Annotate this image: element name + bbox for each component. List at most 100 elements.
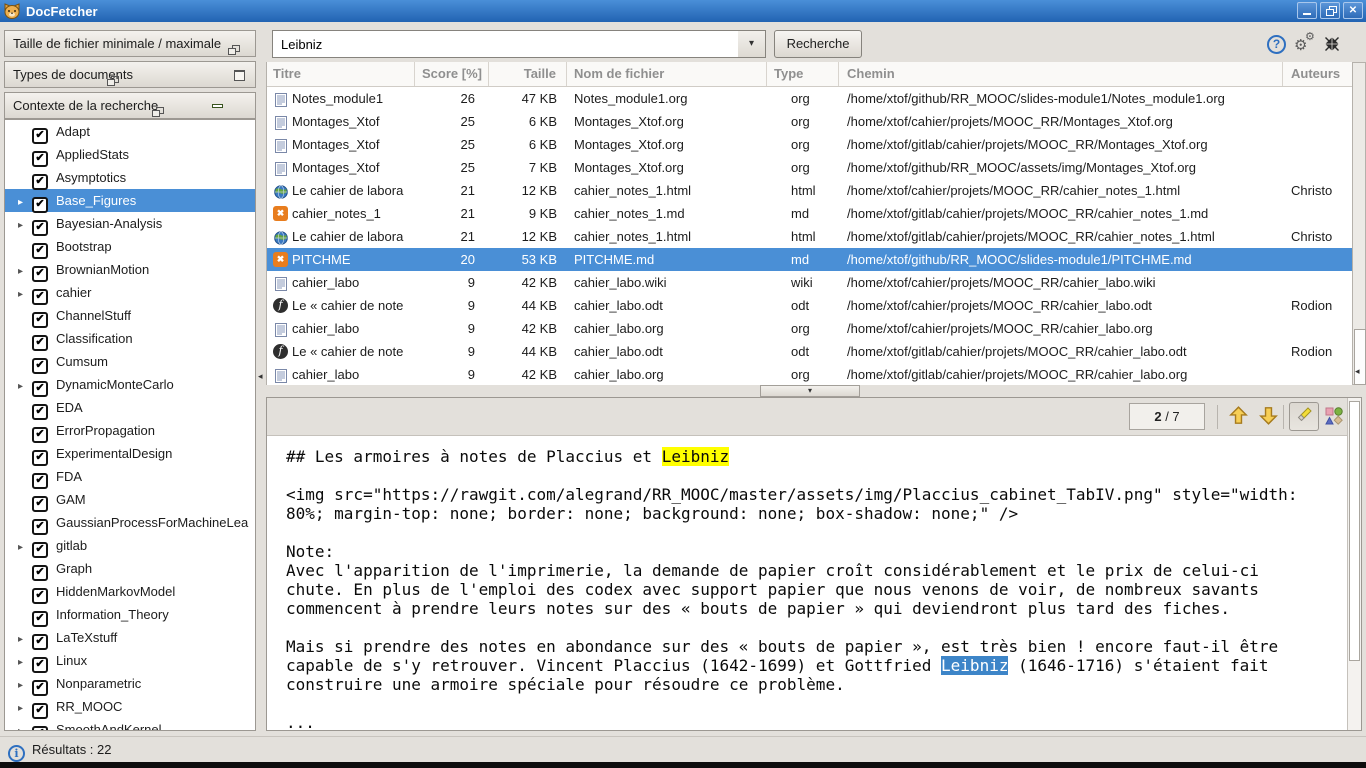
- checkbox-checked[interactable]: ✔: [32, 358, 48, 374]
- column-header-auteurs[interactable]: Auteurs: [1283, 62, 1352, 86]
- tree-item-eda[interactable]: ✔EDA: [5, 396, 255, 419]
- preferences-button[interactable]: ⚙ ⚙: [1294, 31, 1318, 53]
- checkbox-checked[interactable]: ✔: [32, 634, 48, 650]
- tree-item-nonparametric[interactable]: ▸✔Nonparametric: [5, 672, 255, 695]
- checkbox-checked[interactable]: ✔: [32, 335, 48, 351]
- minimize-to-tray-button[interactable]: [1324, 36, 1340, 55]
- checkbox-checked[interactable]: ✔: [32, 243, 48, 259]
- checkbox-checked[interactable]: ✔: [32, 680, 48, 696]
- highlight-toggle-button[interactable]: [1289, 402, 1319, 431]
- tree-item-brownianmotion[interactable]: ▸✔BrownianMotion: [5, 258, 255, 281]
- search-input[interactable]: [272, 30, 739, 58]
- checkbox-checked[interactable]: ✔: [32, 220, 48, 236]
- sidebar-sash-collapse-icon[interactable]: ◂: [258, 371, 263, 382]
- expand-arrow-icon[interactable]: ▸: [18, 651, 32, 674]
- tree-item-gam[interactable]: ✔GAM: [5, 488, 255, 511]
- result-row-montages-xtof-org[interactable]: Montages_Xtof257 KBMontages_Xtof.orgorg/…: [267, 156, 1352, 179]
- doctypes-panel-header[interactable]: Types de documents: [4, 61, 256, 88]
- tree-item-appliedstats[interactable]: ✔AppliedStats: [5, 143, 255, 166]
- tree-item-errorpropagation[interactable]: ✔ErrorPropagation: [5, 419, 255, 442]
- checkbox-checked[interactable]: ✔: [32, 542, 48, 558]
- checkbox-checked[interactable]: ✔: [32, 565, 48, 581]
- checkbox-checked[interactable]: ✔: [32, 128, 48, 144]
- result-row-pitchme-md[interactable]: ✖PITCHME2053 KBPITCHME.mdmd/home/xtof/gi…: [267, 248, 1352, 271]
- search-history-dropdown-button[interactable]: ▾: [738, 30, 766, 58]
- table-preview-splitter[interactable]: ▾: [266, 385, 1366, 397]
- column-header-score[interactable]: Score [%]: [415, 62, 489, 86]
- search-button[interactable]: Recherche: [774, 30, 862, 58]
- result-row-cahier-labo-org[interactable]: cahier_labo942 KBcahier_labo.orgorg/home…: [267, 363, 1352, 385]
- minimize-button[interactable]: [1297, 2, 1317, 19]
- checkbox-checked[interactable]: ✔: [32, 473, 48, 489]
- filesize-panel-header[interactable]: Taille de fichier minimale / maximale: [4, 30, 256, 57]
- expand-arrow-icon[interactable]: ▸: [18, 720, 32, 731]
- column-header-titre[interactable]: Titre: [267, 62, 415, 86]
- tree-item-latexstuff[interactable]: ▸✔LaTeXstuff: [5, 626, 255, 649]
- maximize-panel-icon[interactable]: [234, 70, 245, 81]
- next-match-button[interactable]: [1257, 406, 1279, 428]
- expand-arrow-icon[interactable]: ▸: [18, 214, 32, 237]
- result-row-montages-xtof-org[interactable]: Montages_Xtof256 KBMontages_Xtof.orgorg/…: [267, 110, 1352, 133]
- result-row-cahier-labo-wiki[interactable]: cahier_labo942 KBcahier_labo.wikiwiki/ho…: [267, 271, 1352, 294]
- tree-item-graph[interactable]: ✔Graph: [5, 557, 255, 580]
- result-row-notes-module1-org[interactable]: Notes_module12647 KBNotes_module1.orgorg…: [267, 87, 1352, 110]
- help-button[interactable]: ?: [1267, 35, 1286, 54]
- result-row-cahier-labo-org[interactable]: cahier_labo942 KBcahier_labo.orgorg/home…: [267, 317, 1352, 340]
- tree-item-bootstrap[interactable]: ✔Bootstrap: [5, 235, 255, 258]
- checkbox-checked[interactable]: ✔: [32, 151, 48, 167]
- expand-arrow-icon[interactable]: ▸: [18, 260, 32, 283]
- restore-panel-icon[interactable]: [228, 45, 240, 56]
- checkbox-checked[interactable]: ✔: [32, 519, 48, 535]
- expand-arrow-icon[interactable]: ▸: [18, 283, 32, 306]
- search-scope-tree[interactable]: ✔Adapt✔AppliedStats✔Asymptotics▸✔Base_Fi…: [4, 119, 256, 731]
- expand-arrow-icon[interactable]: ▸: [18, 536, 32, 559]
- result-row-cahier-notes-1-html[interactable]: Le cahier de labora2112 KBcahier_notes_1…: [267, 225, 1352, 248]
- scope-panel-header[interactable]: Contexte de la recherche: [4, 92, 256, 119]
- preview-scrollbar-thumb[interactable]: [1349, 401, 1360, 661]
- tree-item-base-figures[interactable]: ▸✔Base_Figures: [5, 189, 255, 212]
- tree-item-information-theory[interactable]: ✔Information_Theory: [5, 603, 255, 626]
- checkbox-checked[interactable]: ✔: [32, 726, 48, 731]
- expand-arrow-icon[interactable]: ▸: [18, 674, 32, 697]
- tree-item-smoothandkernel[interactable]: ▸✔SmoothAndKernel: [5, 718, 255, 731]
- result-row-montages-xtof-org[interactable]: Montages_Xtof256 KBMontages_Xtof.orgorg/…: [267, 133, 1352, 156]
- tree-item-gaussianprocessformachinelea[interactable]: ✔GaussianProcessForMachineLea: [5, 511, 255, 534]
- result-row-cahier-notes-1-md[interactable]: ✖cahier_notes_1219 KBcahier_notes_1.mdmd…: [267, 202, 1352, 225]
- tree-item-asymptotics[interactable]: ✔Asymptotics: [5, 166, 255, 189]
- checkbox-checked[interactable]: ✔: [32, 266, 48, 282]
- tree-item-experimentaldesign[interactable]: ✔ExperimentalDesign: [5, 442, 255, 465]
- tree-item-dynamicmontecarlo[interactable]: ▸✔DynamicMonteCarlo: [5, 373, 255, 396]
- tree-item-gitlab[interactable]: ▸✔gitlab: [5, 534, 255, 557]
- close-button[interactable]: ✕: [1343, 2, 1363, 19]
- checkbox-checked[interactable]: ✔: [32, 404, 48, 420]
- checkbox-checked[interactable]: ✔: [32, 312, 48, 328]
- checkbox-checked[interactable]: ✔: [32, 174, 48, 190]
- checkbox-checked[interactable]: ✔: [32, 381, 48, 397]
- result-row-cahier-labo-odt[interactable]: fLe « cahier de note944 KBcahier_labo.od…: [267, 340, 1352, 363]
- preview-mode-button[interactable]: [1325, 407, 1345, 427]
- results-vscrollbar[interactable]: ◂: [1352, 62, 1366, 385]
- tree-item-cahier[interactable]: ▸✔cahier: [5, 281, 255, 304]
- preview-sash-collapse-icon[interactable]: ◂: [1355, 366, 1360, 377]
- tree-item-cumsum[interactable]: ✔Cumsum: [5, 350, 255, 373]
- checkbox-checked[interactable]: ✔: [32, 611, 48, 627]
- tree-item-rr-mooc[interactable]: ▸✔RR_MOOC: [5, 695, 255, 718]
- tree-item-adapt[interactable]: ✔Adapt: [5, 120, 255, 143]
- column-header-chemin[interactable]: Chemin: [839, 62, 1283, 86]
- collapse-panel-icon[interactable]: [212, 104, 223, 108]
- checkbox-checked[interactable]: ✔: [32, 496, 48, 512]
- checkbox-checked[interactable]: ✔: [32, 197, 48, 213]
- checkbox-checked[interactable]: ✔: [32, 703, 48, 719]
- result-row-cahier-labo-odt[interactable]: fLe « cahier de note944 KBcahier_labo.od…: [267, 294, 1352, 317]
- tree-item-classification[interactable]: ✔Classification: [5, 327, 255, 350]
- checkbox-checked[interactable]: ✔: [32, 450, 48, 466]
- expand-arrow-icon[interactable]: ▸: [18, 191, 32, 214]
- column-header-type[interactable]: Type: [767, 62, 839, 86]
- restore-button[interactable]: [1320, 2, 1340, 19]
- restore-panel-icon[interactable]: [152, 107, 164, 118]
- expand-arrow-icon[interactable]: ▸: [18, 628, 32, 651]
- tree-item-channelstuff[interactable]: ✔ChannelStuff: [5, 304, 255, 327]
- expand-arrow-icon[interactable]: ▸: [18, 697, 32, 720]
- tree-item-linux[interactable]: ▸✔Linux: [5, 649, 255, 672]
- checkbox-checked[interactable]: ✔: [32, 289, 48, 305]
